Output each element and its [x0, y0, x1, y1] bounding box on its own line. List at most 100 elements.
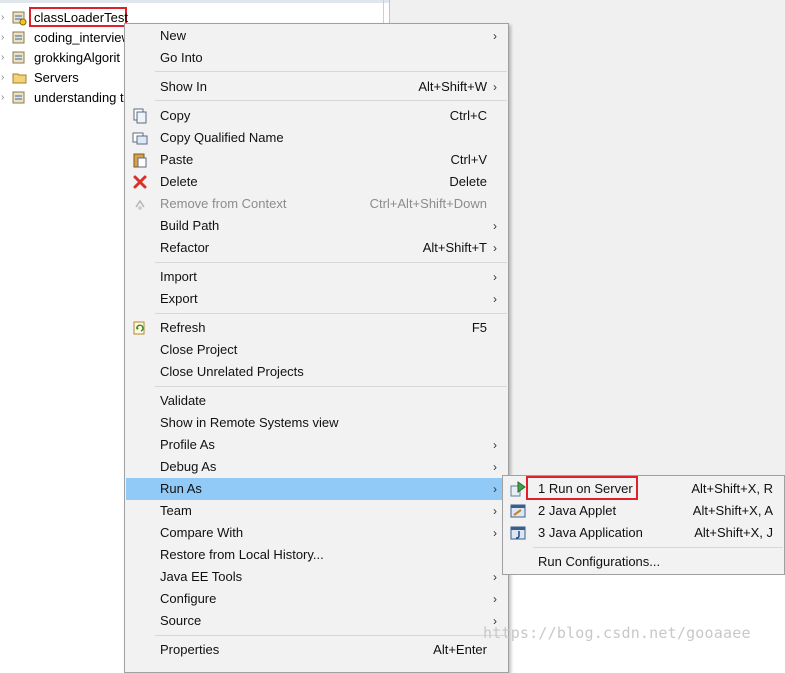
- menu-item-show-in[interactable]: Show In Alt+Shift+W ›: [126, 76, 507, 98]
- menu-item-team[interactable]: Team ›: [126, 500, 507, 522]
- watermark: https://blog.csdn.net/gooaaee: [483, 624, 751, 642]
- menu-item-delete[interactable]: Delete Delete: [126, 171, 507, 193]
- submenu-arrow-icon: ›: [493, 438, 497, 452]
- expand-arrow-icon[interactable]: ›: [1, 28, 11, 48]
- menu-separator: [155, 386, 507, 387]
- submenu-item-run-configurations[interactable]: Run Configurations...: [504, 551, 785, 573]
- java-app-icon: [510, 526, 526, 540]
- submenu-arrow-icon: ›: [493, 504, 497, 518]
- menu-item-label: Remove from Context: [160, 196, 287, 211]
- menu-item-label: Source: [160, 613, 202, 628]
- menu-separator: [155, 71, 507, 72]
- menu-item-go-into[interactable]: Go Into: [126, 47, 507, 69]
- menu-item-shortcut: Alt+Shift+T: [422, 240, 487, 255]
- menu-item-export[interactable]: Export ›: [126, 288, 507, 310]
- menu-item-label: Close Unrelated Projects: [160, 364, 304, 379]
- menu-item-close-project[interactable]: Close Project: [126, 339, 507, 361]
- menu-item-label: Delete: [160, 174, 198, 189]
- menu-item-label: Copy: [160, 108, 191, 123]
- remove-context-icon: [135, 199, 145, 210]
- menu-item-properties[interactable]: Properties Alt+Enter: [126, 639, 507, 661]
- java-project-icon: [12, 11, 27, 26]
- menu-item-source[interactable]: Source ›: [126, 610, 507, 632]
- submenu-arrow-icon: ›: [493, 482, 497, 496]
- submenu-item-shortcut: Alt+Shift+X, R: [691, 481, 773, 496]
- menu-item-debug-as[interactable]: Debug As ›: [126, 456, 507, 478]
- submenu-item-run-on-server[interactable]: 1 Run on Server Alt+Shift+X, R: [504, 476, 785, 500]
- menu-item-run-as[interactable]: Run As ›: [126, 478, 507, 500]
- submenu-item-label: 1 Run on Server: [538, 481, 633, 496]
- submenu-item-java-applet[interactable]: 2 Java Applet Alt+Shift+X, A: [504, 500, 785, 522]
- submenu-item-label: Run Configurations...: [538, 554, 661, 569]
- submenu-arrow-icon: ›: [493, 570, 497, 584]
- menu-item-paste[interactable]: Paste Ctrl+V: [126, 149, 507, 171]
- menu-item-new[interactable]: New ›: [126, 25, 507, 47]
- menu-item-validate[interactable]: Validate: [126, 390, 507, 412]
- submenu-arrow-icon: ›: [493, 219, 497, 233]
- tree-item-label: understanding t: [34, 90, 124, 105]
- menu-item-compare-with[interactable]: Compare With ›: [126, 522, 507, 544]
- submenu-arrow-icon: ›: [493, 526, 497, 540]
- expand-arrow-icon[interactable]: ›: [1, 48, 11, 68]
- menu-item-shortcut: F5: [471, 320, 487, 335]
- delete-icon: [133, 175, 147, 189]
- submenu-arrow-icon: ›: [493, 80, 497, 94]
- submenu-item-label: 3 Java Application: [538, 525, 643, 540]
- java-project-icon: [12, 51, 25, 64]
- tree-item-label: grokkingAlgorit: [34, 50, 120, 65]
- menu-item-configure[interactable]: Configure ›: [126, 588, 507, 610]
- java-project-icon: [12, 91, 25, 104]
- menu-item-label: Build Path: [160, 218, 220, 233]
- menu-item-close-unrelated-projects[interactable]: Close Unrelated Projects: [126, 361, 507, 383]
- submenu-item-java-application[interactable]: 3 Java Application Alt+Shift+X, J: [504, 522, 785, 544]
- expand-arrow-icon[interactable]: ›: [1, 88, 11, 108]
- menu-item-label: Debug As: [160, 459, 217, 474]
- menu-item-label: Profile As: [160, 437, 215, 452]
- submenu-arrow-icon: ›: [493, 292, 497, 306]
- run-as-submenu: 1 Run on Server Alt+Shift+X, R 2 Java Ap…: [502, 475, 785, 575]
- menu-item-refresh[interactable]: Refresh F5: [126, 317, 507, 339]
- expand-arrow-icon[interactable]: ›: [1, 68, 11, 88]
- submenu-arrow-icon: ›: [493, 241, 497, 255]
- menu-item-refactor[interactable]: Refactor Alt+Shift+T ›: [126, 237, 507, 259]
- menu-item-label: Refresh: [160, 320, 206, 335]
- expand-arrow-icon[interactable]: ›: [1, 8, 11, 28]
- menu-item-label: Properties: [160, 642, 220, 657]
- menu-item-shortcut: Ctrl+Alt+Shift+Down: [369, 196, 487, 211]
- menu-item-label: Show In: [160, 79, 207, 94]
- menu-item-show-remote-systems[interactable]: Show in Remote Systems view: [126, 412, 507, 434]
- menu-item-copy[interactable]: Copy Ctrl+C: [126, 105, 507, 127]
- run-server-icon: [510, 481, 526, 497]
- menu-item-label: Copy Qualified Name: [160, 130, 284, 145]
- menu-item-label: Compare With: [160, 525, 244, 540]
- menu-item-remove-from-context: Remove from Context Ctrl+Alt+Shift+Down: [126, 193, 507, 215]
- editor-white-region: [507, 575, 785, 656]
- menu-item-label: Paste: [160, 152, 194, 167]
- submenu-separator: [533, 547, 783, 548]
- menu-item-shortcut: Ctrl+V: [450, 152, 487, 167]
- menu-separator: [155, 262, 507, 263]
- menu-item-build-path[interactable]: Build Path ›: [126, 215, 507, 237]
- submenu-arrow-icon: ›: [493, 592, 497, 606]
- menu-item-restore-local-history[interactable]: Restore from Local History...: [126, 544, 507, 566]
- menu-item-import[interactable]: Import ›: [126, 266, 507, 288]
- menu-item-label: Restore from Local History...: [160, 547, 324, 562]
- submenu-arrow-icon: ›: [493, 460, 497, 474]
- menu-item-label: Go Into: [160, 50, 203, 65]
- menu-item-label: Close Project: [160, 342, 238, 357]
- tree-item-label: Servers: [34, 70, 79, 85]
- menu-item-shortcut: Alt+Enter: [433, 642, 487, 657]
- menu-item-java-ee-tools[interactable]: Java EE Tools ›: [126, 566, 507, 588]
- menu-item-copy-qualified-name[interactable]: Copy Qualified Name: [126, 127, 507, 149]
- menu-separator: [155, 100, 507, 101]
- java-applet-icon: [510, 504, 526, 518]
- submenu-item-shortcut: Alt+Shift+X, J: [694, 525, 773, 540]
- folder-icon: [12, 73, 27, 84]
- context-menu: New › Go Into Show In Alt+Shift+W › Copy…: [124, 23, 509, 673]
- menu-item-profile-as[interactable]: Profile As ›: [126, 434, 507, 456]
- menu-separator: [155, 313, 507, 314]
- submenu-item-label: 2 Java Applet: [538, 503, 617, 518]
- menu-item-label: Configure: [160, 591, 217, 606]
- menu-item-label: Show in Remote Systems view: [160, 415, 339, 430]
- paste-icon: [133, 153, 147, 168]
